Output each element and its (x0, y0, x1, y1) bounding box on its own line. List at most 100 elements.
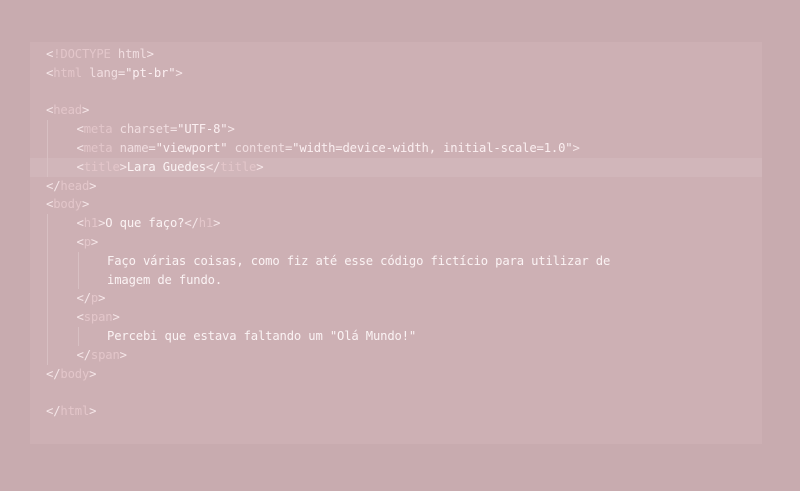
tag-name: html (53, 65, 82, 80)
tag-bracket: </ (205, 159, 221, 174)
tag-bracket: </ (76, 291, 92, 306)
indent-guide (47, 120, 48, 139)
tag-bracket: > (81, 103, 90, 118)
code-line-content: <!DOCTYPE html> (46, 47, 154, 61)
attr-name: name (119, 140, 149, 155)
tag-bracket: > (81, 197, 90, 212)
code-line-content: <p> (46, 234, 99, 249)
code-line: <meta charset="UTF-8"> (46, 120, 766, 139)
text-content: O que faço? (105, 216, 185, 231)
tag-bracket: < (76, 159, 84, 174)
code-line-content: <h1>O que faço?</h1> (46, 216, 221, 231)
tag-bracket: > (119, 159, 127, 174)
tag-name: h1 (83, 216, 99, 231)
tag-bracket: </ (184, 216, 199, 231)
code-line: <span> (46, 308, 766, 327)
tag-bracket: </ (76, 347, 92, 362)
tag-name: h1 (198, 216, 214, 231)
tag-bracket: </ (46, 178, 61, 193)
tag-bracket: > (89, 366, 97, 381)
code-line: </html> (46, 402, 766, 421)
doctype-keyword: !DOCTYPE (53, 47, 111, 61)
code-line: <p> (46, 232, 766, 252)
text-content: imagem de fundo. (107, 272, 222, 287)
code-line-content: </body> (46, 367, 96, 381)
code-line-content: Percebi que estava faltando um "Olá Mund… (46, 329, 416, 343)
indent-guide (47, 214, 48, 233)
tag-name: html (60, 404, 90, 419)
code-line: <meta name="viewport" content="width=dev… (46, 138, 766, 158)
text-content: Faço várias coisas, como fiz até esse có… (107, 253, 611, 268)
code-line-content: Faço várias coisas, como fiz até esse có… (46, 254, 610, 268)
code-line-content: </p> (46, 291, 106, 306)
tag-bracket: > (89, 178, 97, 193)
code-line-content: </span> (46, 348, 127, 362)
tag-bracket: < (76, 216, 84, 231)
code-line-content: <body> (46, 197, 89, 211)
tag-bracket: < (76, 234, 84, 249)
code-line: </body> (46, 365, 766, 384)
indent-guide (47, 270, 48, 290)
tag-bracket: > (175, 65, 183, 80)
tag-name: span (83, 310, 113, 325)
tag-bracket: > (112, 310, 120, 325)
code-line: imagem de fundo. (46, 270, 766, 290)
indent-guide (47, 308, 48, 327)
code-line: <!DOCTYPE html> (46, 45, 766, 64)
code-line-content: <head> (46, 103, 89, 117)
code-line-content: <title>Lara Guedes</title> (46, 159, 264, 174)
attr-value: "pt-br" (125, 65, 176, 80)
indent-guide (47, 326, 48, 346)
tag-name: meta (83, 122, 113, 137)
tag-bracket: < (76, 140, 84, 155)
code-line: <head> (46, 101, 766, 120)
text-content: Lara Guedes (126, 159, 206, 174)
code-block: <!DOCTYPE html> <html lang="pt-br"> <head>… (30, 45, 766, 421)
attr-name: content (234, 140, 285, 155)
code-line: </head> (46, 177, 766, 196)
tag-bracket: > (146, 47, 154, 61)
text-content: Percebi que estava faltando um "Olá Mund… (107, 328, 417, 343)
code-line: <h1>O que faço?</h1> (46, 214, 766, 233)
tag-bracket: > (98, 291, 106, 306)
attr-name: charset (119, 122, 170, 137)
tag-bracket: > (256, 159, 264, 174)
indent-guide (47, 138, 48, 158)
tag-name: body (60, 366, 90, 381)
code-line-content: </html> (46, 404, 96, 418)
indent-guide (47, 157, 48, 177)
code-line: Percebi que estava faltando um "Olá Mund… (46, 326, 766, 346)
attr-value: "width=device-width, initial-scale=1.0" (292, 140, 573, 155)
code-line: <body> (46, 195, 766, 214)
indent-guide (47, 232, 48, 252)
tag-name: body (53, 197, 82, 212)
code-line: <title>Lara Guedes</title> (30, 157, 762, 177)
tag-bracket: < (76, 122, 84, 137)
code-line: </p> (46, 289, 766, 309)
tag-name: title (220, 159, 257, 174)
indent-guide (77, 326, 79, 346)
indent-guide (47, 289, 48, 309)
code-line-content: <html lang="pt-br"> (46, 66, 183, 80)
indent-guide (47, 251, 48, 271)
attr-value: "viewport" (155, 140, 228, 155)
tag-bracket: > (227, 122, 235, 137)
indent-guide (47, 345, 48, 365)
tag-bracket: < (76, 310, 84, 325)
tag-name: head (53, 103, 82, 118)
code-line: <html lang="pt-br"> (46, 64, 766, 83)
tag-bracket: > (89, 404, 97, 419)
attr-value: "UTF-8" (177, 122, 228, 137)
code-line: Faço várias coisas, como fiz até esse có… (46, 251, 766, 271)
equals: = (117, 65, 126, 80)
code-line-content: imagem de fundo. (46, 273, 222, 287)
attr-name: lang (89, 65, 118, 80)
equals: = (148, 140, 156, 155)
tag-name: title (83, 159, 120, 174)
tag-bracket: </ (46, 404, 61, 419)
